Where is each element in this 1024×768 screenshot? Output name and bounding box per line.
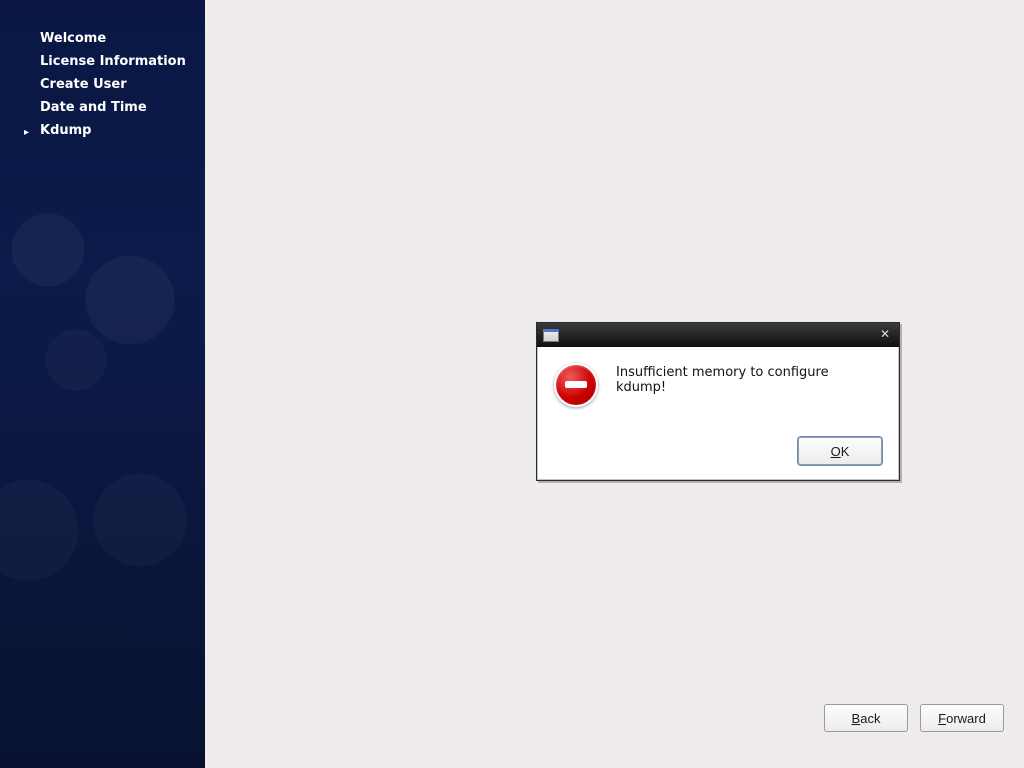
close-icon[interactable]: ✕ bbox=[877, 327, 893, 343]
back-button-tail: ack bbox=[860, 711, 880, 726]
dialog-titlebar[interactable]: ✕ bbox=[537, 323, 899, 347]
nav-item-label: Kdump bbox=[40, 123, 92, 138]
error-icon bbox=[554, 363, 598, 407]
nav-item-welcome[interactable]: ▸ Welcome bbox=[0, 28, 205, 51]
nav-item-label: Welcome bbox=[40, 31, 106, 46]
wizard-footer-buttons: Back Forward bbox=[824, 704, 1004, 732]
dialog-message: Insufficient memory to configure kdump! bbox=[616, 363, 882, 395]
forward-button-tail: orward bbox=[946, 711, 986, 726]
dialog-body: Insufficient memory to configure kdump! … bbox=[537, 347, 899, 480]
wizard-step-list: ▸ Welcome ▸ License Information ▸ Create… bbox=[0, 28, 205, 142]
nav-item-kdump[interactable]: ▸ Kdump bbox=[0, 120, 205, 143]
window-icon bbox=[543, 329, 559, 342]
forward-button[interactable]: Forward bbox=[920, 704, 1004, 732]
wizard-sidebar: ▸ Welcome ▸ License Information ▸ Create… bbox=[0, 0, 205, 768]
nav-item-license-information[interactable]: ▸ License Information bbox=[0, 51, 205, 74]
nav-item-label: Date and Time bbox=[40, 100, 147, 115]
wizard-main-panel: ✕ Insufficient memory to configure kdump… bbox=[205, 0, 1024, 768]
dialog-actions: OK bbox=[554, 437, 882, 465]
ok-button-tail: K bbox=[841, 444, 850, 459]
nav-item-label: License Information bbox=[40, 54, 186, 69]
dialog-message-row: Insufficient memory to configure kdump! bbox=[554, 363, 882, 407]
back-button[interactable]: Back bbox=[824, 704, 908, 732]
ok-button[interactable]: OK bbox=[798, 437, 882, 465]
nav-item-create-user[interactable]: ▸ Create User bbox=[0, 74, 205, 97]
nav-item-date-and-time[interactable]: ▸ Date and Time bbox=[0, 97, 205, 120]
nav-item-label: Create User bbox=[40, 77, 127, 92]
active-step-marker-icon: ▸ bbox=[24, 126, 29, 139]
error-dialog: ✕ Insufficient memory to configure kdump… bbox=[536, 322, 900, 481]
